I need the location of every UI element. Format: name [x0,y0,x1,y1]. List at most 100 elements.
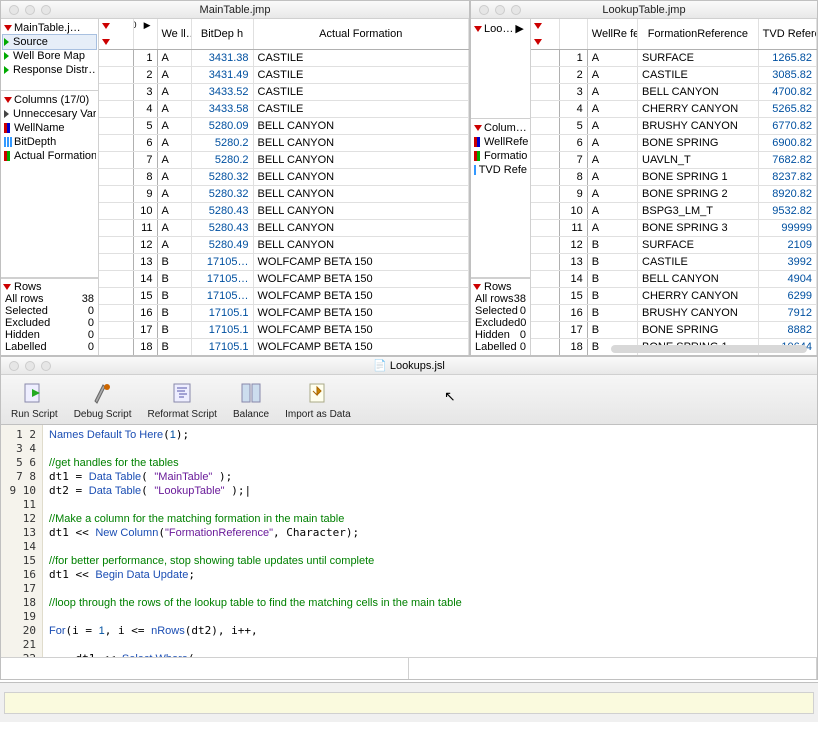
code-area[interactable]: Names Default To Here(1); //get handles … [43,425,817,657]
table-row[interactable]: 13B17105…WOLFCAMP BETA 150 [99,253,469,270]
balance-button[interactable]: Balance [229,377,273,422]
table-row[interactable]: 8A5280.32BELL CANYON [99,168,469,185]
reformat-script-button[interactable]: Reformat Script [144,377,221,422]
table-row[interactable]: 17B17105.1WOLFCAMP BETA 150 [99,321,469,338]
minimize-icon[interactable] [25,5,35,15]
table-row[interactable]: 2A3431.49CASTILE [99,66,469,83]
columns-header[interactable]: Columns (17/0) [3,93,96,107]
table-row[interactable]: 5A5280.09BELL CANYON [99,117,469,134]
table-name-row[interactable]: MainTable.j… [3,21,96,35]
rows-labelled[interactable]: Labelled0 [3,341,96,353]
table-row[interactable]: 3ABELL CANYON4700.82 [531,83,817,100]
table-row[interactable]: 8ABONE SPRING 18237.82 [531,168,817,185]
table-row[interactable]: 12BSURFACE2109 [531,236,817,253]
table-row[interactable]: 11ABONE SPRING 399999 [531,219,817,236]
table-row[interactable]: 11A5280.43BELL CANYON [99,219,469,236]
rows-all[interactable]: All rows38 [473,293,528,305]
col-selector[interactable] [559,19,587,49]
hdr-well[interactable]: We ll… [157,19,191,49]
rows-selected[interactable]: Selected0 [3,305,96,317]
table-row[interactable]: 6A5280.2BELL CANYON [99,134,469,151]
zoom-icon[interactable] [511,5,521,15]
hdr-wellref[interactable]: WellRe feren… [587,19,637,49]
columns-header[interactable]: Colum… [473,121,528,135]
rows-hidden[interactable]: Hidden0 [3,329,96,341]
window-controls[interactable] [471,1,529,19]
table-row[interactable]: 2ACASTILE3085.82 [531,66,817,83]
col-tvdref[interactable]: TVD Refe [473,163,528,177]
minimize-icon[interactable] [25,361,35,371]
minimize-icon[interactable] [495,5,505,15]
run-script-button[interactable]: Run Script [7,377,62,422]
window-title: LookupTable.jmp [602,4,685,16]
col-formation[interactable]: Formatio [473,149,528,163]
horizontal-scrollbar[interactable] [611,345,807,353]
import-as-data-button[interactable]: Import as Data [281,377,355,422]
window-controls[interactable] [1,357,59,375]
col-wellname[interactable]: WellName [3,121,96,135]
table-name-row[interactable]: Loo…▶ [473,21,528,36]
table-row[interactable]: 4ACHERRY CANYON5265.82 [531,100,817,117]
lookup-table[interactable]: WellRe feren… FormationReference TVD Ref… [531,19,817,355]
table-row[interactable]: 18B17105.1WOLFCAMP BETA 150 [99,338,469,355]
table-row[interactable]: 13BCASTILE3992 [531,253,817,270]
script-source[interactable]: Source [3,35,96,49]
table-row[interactable]: 5ABRUSHY CANYON6770.82 [531,117,817,134]
col-selector[interactable]: 3/0▶ [133,19,157,49]
rows-header[interactable]: Rows [473,281,528,293]
table-row[interactable]: 16BBRUSHY CANYON7912 [531,304,817,321]
table-row[interactable]: 4A3433.58CASTILE [99,100,469,117]
table-row[interactable]: 16B17105.1WOLFCAMP BETA 150 [99,304,469,321]
hdr-tvdref[interactable]: TVD Refere… [758,19,816,49]
rows-header[interactable]: Rows [3,281,96,293]
close-icon[interactable] [479,5,489,15]
table-row[interactable]: 15B17105…WOLFCAMP BETA 150 [99,287,469,304]
lookup-titlebar[interactable]: LookupTable.jmp [471,1,817,19]
main-titlebar[interactable]: MainTable.jmp [1,1,469,19]
close-icon[interactable] [9,361,19,371]
rows-hidden[interactable]: Hidden0 [473,329,528,341]
table-row[interactable]: 3A3433.52CASTILE [99,83,469,100]
hdr-formationref[interactable]: FormationReference [638,19,759,49]
window-controls[interactable] [1,1,59,19]
table-row[interactable]: 7AUAVLN_T7682.82 [531,151,817,168]
table-row[interactable]: 14B17105…WOLFCAMP BETA 150 [99,270,469,287]
table-row[interactable]: 10ABSPG3_LM_T9532.82 [531,202,817,219]
log-area[interactable] [4,692,814,714]
close-icon[interactable] [9,5,19,15]
col-unnecessary[interactable]: Unneccesary Var [3,107,96,121]
table-row[interactable]: 1ASURFACE1265.82 [531,49,817,66]
corner-cell[interactable] [531,19,559,49]
col-bitdepth[interactable]: BitDepth [3,135,96,149]
table-row[interactable]: 9ABONE SPRING 28920.82 [531,185,817,202]
rows-excluded[interactable]: Excluded0 [473,317,528,329]
window-title: MainTable.jmp [200,4,271,16]
debug-script-button[interactable]: Debug Script [70,377,136,422]
table-row[interactable]: 10A5280.43BELL CANYON [99,202,469,219]
rows-labelled[interactable]: Labelled0 [473,341,528,353]
script-wellbore[interactable]: Well Bore Map [3,49,96,63]
col-actualformation[interactable]: Actual Formation [3,149,96,163]
col-wellref[interactable]: WellRefer [473,135,528,149]
table-row[interactable]: 7A5280.2BELL CANYON [99,151,469,168]
zoom-icon[interactable] [41,5,51,15]
table-row[interactable]: 6ABONE SPRING6900.82 [531,134,817,151]
script-response[interactable]: Response Distr… [3,63,96,77]
rows-selected[interactable]: Selected0 [473,305,528,317]
rows-all[interactable]: All rows38 [3,293,96,305]
table-row[interactable]: 15BCHERRY CANYON6299 [531,287,817,304]
table-row[interactable]: 1A3431.38CASTILE [99,49,469,66]
script-editor[interactable]: 1 2 3 4 5 6 7 8 9 10 11 12 13 14 15 16 1… [1,425,817,657]
table-row[interactable]: 14BBELL CANYON4904 [531,270,817,287]
table-row[interactable]: 17BBONE SPRING8882 [531,321,817,338]
script-titlebar[interactable]: 📄Lookups.jsl [1,357,817,375]
zoom-icon[interactable] [41,361,51,371]
table-row[interactable]: 12A5280.49BELL CANYON [99,236,469,253]
lookup-sidepanel: Loo…▶ Colum… WellRefer Formatio TVD Refe… [471,19,531,355]
table-row[interactable]: 9A5280.32BELL CANYON [99,185,469,202]
hdr-bitdepth[interactable]: BitDep h [191,19,253,49]
main-table[interactable]: 3/0▶ We ll… BitDep h Actual Formation 1A… [99,19,469,355]
hdr-actualformation[interactable]: Actual Formation [253,19,469,49]
rows-excluded[interactable]: Excluded0 [3,317,96,329]
corner-cell[interactable] [99,19,133,49]
